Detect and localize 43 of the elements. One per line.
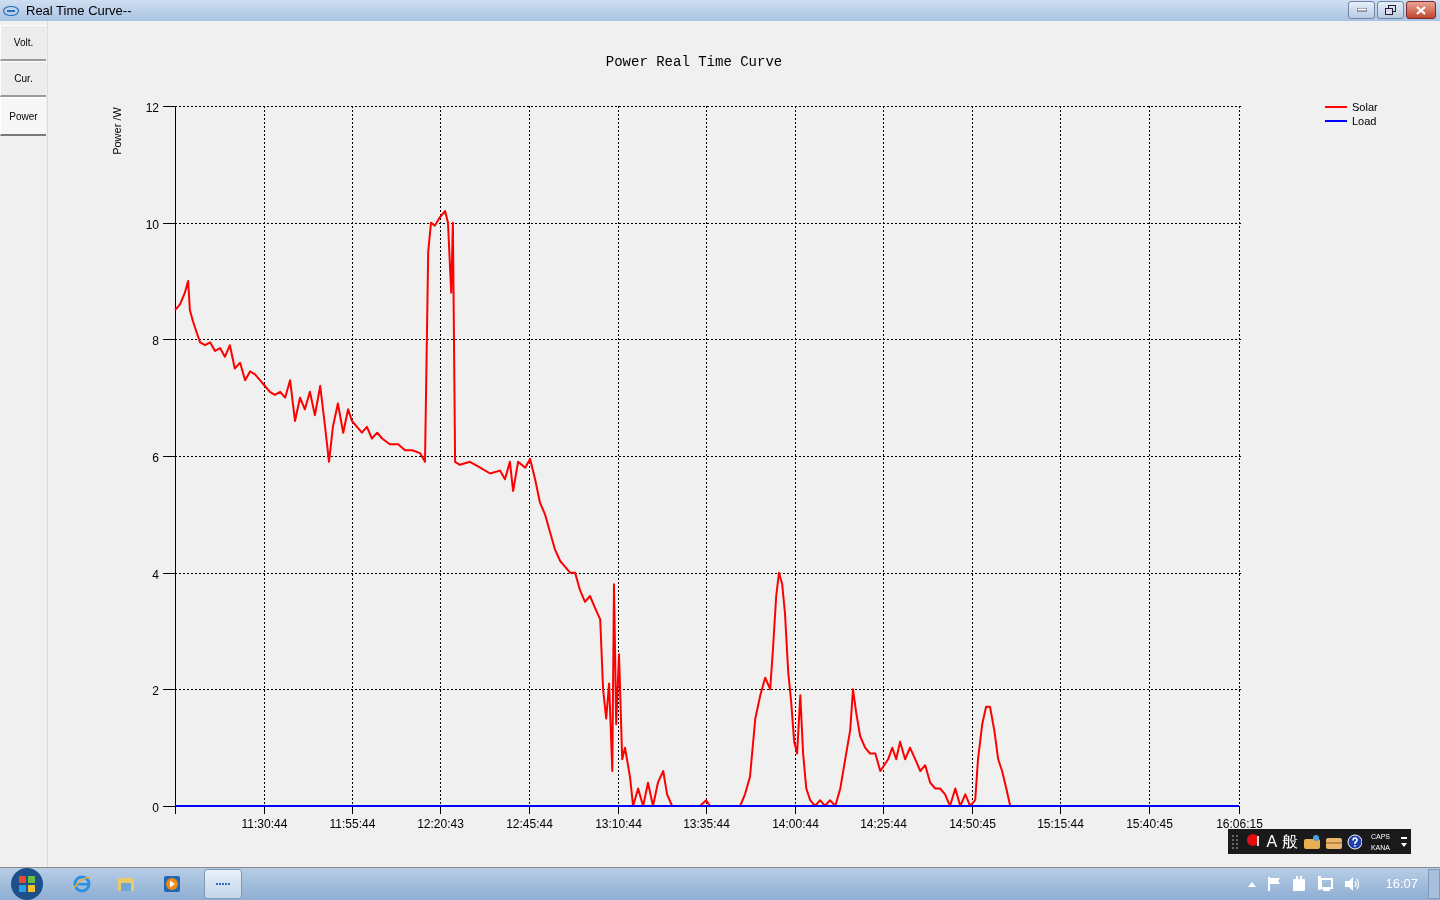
- dropdown-icon[interactable]: [1401, 842, 1407, 847]
- x-tick-label: 12:45:44: [506, 817, 553, 831]
- tab[interactable]: Cur.: [0, 61, 46, 97]
- input-mode[interactable]: A: [1266, 833, 1278, 850]
- x-tick-label: 13:10:44: [595, 817, 642, 831]
- y-tick-label: 12: [145, 100, 159, 115]
- x-tick-label: 14:50:45: [949, 817, 996, 831]
- help-icon[interactable]: [1346, 833, 1362, 850]
- x-tick-label: 13:35:44: [683, 817, 730, 831]
- chart-title: Power Real Time Curve: [605, 54, 783, 70]
- restore-button[interactable]: [1377, 1, 1404, 19]
- tab[interactable]: Power: [0, 97, 46, 136]
- minimize-icon[interactable]: [1401, 836, 1407, 839]
- app-icon: [3, 5, 19, 16]
- minimize-icon: [1356, 8, 1367, 12]
- x-tick-label: 16:06:15: [1216, 817, 1263, 831]
- restore-icon: [1385, 5, 1396, 15]
- app-icon: [215, 881, 231, 887]
- taskbar-app-button[interactable]: [204, 869, 242, 899]
- x-tick-label: 15:40:45: [1126, 817, 1173, 831]
- y-tick-label: 2: [152, 683, 159, 698]
- y-tick-label: 8: [152, 333, 159, 348]
- window-title: Real Time Curve--: [26, 1, 132, 20]
- y-axis-label: Power /W: [111, 107, 123, 155]
- x-tick-label: 11:55:44: [329, 817, 376, 831]
- legend-label: Load: [1352, 115, 1377, 127]
- close-icon: [1416, 5, 1426, 15]
- legend-label: Solar: [1352, 101, 1378, 113]
- y-tick-label: 4: [152, 567, 159, 582]
- x-tick-label: 15:15:44: [1037, 817, 1084, 831]
- grip-icon: [1232, 834, 1240, 849]
- media-player-icon[interactable]: [164, 876, 180, 892]
- start-orb-icon[interactable]: [8, 868, 46, 900]
- y-tick-label: 6: [152, 450, 159, 465]
- x-tick-label: 12:20:43: [417, 817, 464, 831]
- tab[interactable]: Volt.: [0, 25, 46, 61]
- y-tick-label: 0: [152, 800, 159, 815]
- y-tick-label: 10: [145, 217, 159, 232]
- x-tick-label: 11:30:44: [241, 817, 288, 831]
- conversion-mode[interactable]: 般: [1282, 833, 1299, 850]
- close-button[interactable]: [1406, 1, 1436, 19]
- x-tick-label: 14:00:44: [772, 817, 819, 831]
- x-tick-label: 14:25:44: [860, 817, 907, 831]
